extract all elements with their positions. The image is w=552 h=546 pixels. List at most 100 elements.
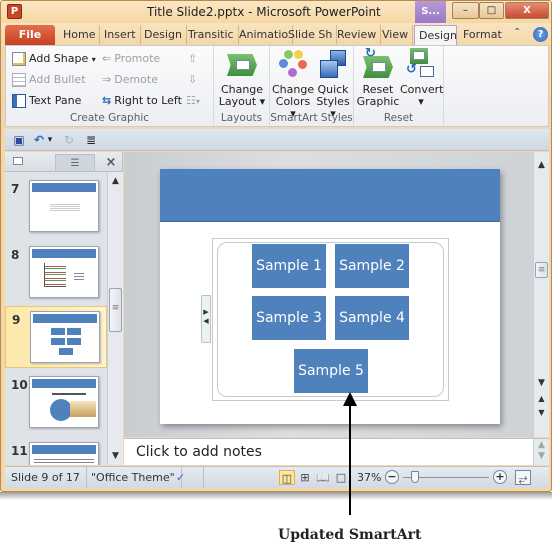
thumbnail-image xyxy=(29,442,99,465)
move-up-button[interactable]: ⇧ xyxy=(188,50,197,68)
thumbnail-slide-10[interactable]: 10 xyxy=(5,372,107,434)
right-to-left-button[interactable]: ⇆ Right to Left xyxy=(102,92,182,110)
notes-pane[interactable]: Click to add notes ▲ ▼ xyxy=(124,438,549,465)
outline-tab-icon: ☰ xyxy=(70,158,80,169)
thumbnail-number: 7 xyxy=(11,182,20,196)
reset-graphic-button[interactable]: ↻ Reset Graphic xyxy=(356,47,400,108)
quick-styles-icon xyxy=(316,48,350,80)
powerpoint-app-icon[interactable]: P xyxy=(7,4,22,19)
slide-show-button[interactable]: □ xyxy=(333,470,349,485)
close-pane-button[interactable]: × xyxy=(101,154,121,171)
thumbnail-number: 8 xyxy=(11,248,20,262)
thumbnail-slide-8[interactable]: 8 xyxy=(5,242,107,304)
thumbnail-slide-11[interactable]: 11 xyxy=(5,438,107,465)
maximize-button[interactable]: □ xyxy=(479,2,504,19)
fit-to-window-icon: ⥂ xyxy=(518,472,528,485)
add-shape-icon xyxy=(12,52,26,66)
zoom-out-button[interactable]: − xyxy=(385,470,399,484)
reading-view-button[interactable]: 📖 xyxy=(315,470,331,485)
editor-scrollbar[interactable]: ▲ ≡ ▼ ▲ ▼ xyxy=(533,152,549,437)
slide-thumbnails: 7 8 9 10 11 xyxy=(5,172,107,465)
layout-org-chart-button[interactable]: ☷▾ xyxy=(186,92,200,110)
scroll-up-arrow[interactable]: ▲ xyxy=(534,440,549,450)
change-layout-button[interactable]: Change Layout ▾ xyxy=(218,48,266,108)
customize-qat-icon[interactable]: ≣ xyxy=(83,132,99,148)
thumbnail-image xyxy=(29,180,99,232)
demote-button[interactable]: ⇒ Demote xyxy=(102,71,158,89)
notes-scrollbar[interactable]: ▲ ▼ xyxy=(533,439,549,465)
change-layout-icon xyxy=(225,48,259,80)
scroll-down-arrow[interactable]: ▼ xyxy=(534,378,549,388)
outline-tab[interactable]: ☰ xyxy=(55,154,95,171)
change-colors-button[interactable]: Change Colors ▾ xyxy=(272,48,314,120)
help-icon[interactable]: ? xyxy=(533,27,548,42)
spell-check-icon: ✓ xyxy=(176,471,186,484)
tab-insert[interactable]: Insert xyxy=(100,25,141,45)
scroll-down-arrow[interactable]: ▼ xyxy=(108,451,123,461)
thumbnail-number: 11 xyxy=(11,444,28,458)
normal-view-button[interactable]: ◫ xyxy=(279,470,295,485)
thumbnail-slide-7[interactable]: 7 xyxy=(5,176,107,238)
notes-placeholder[interactable]: Click to add notes xyxy=(136,444,262,460)
theme-name[interactable]: "Office Theme" xyxy=(85,467,182,488)
scroll-thumb[interactable]: ≡ xyxy=(535,262,548,278)
thumbnail-slide-9[interactable]: 9 xyxy=(5,306,107,368)
demote-label: Demote xyxy=(114,73,158,86)
close-button[interactable]: X xyxy=(505,2,549,19)
convert-button[interactable]: ↺ Convert ▾ xyxy=(400,48,444,108)
powerpoint-window: P Title Slide2.pptx - Microsoft PowerPoi… xyxy=(0,0,552,492)
zoom-slider-handle[interactable] xyxy=(411,471,419,483)
save-icon[interactable]: ▣ xyxy=(11,132,27,148)
undo-dropdown-icon[interactable]: ▾ xyxy=(45,132,55,148)
spell-check-button[interactable]: ✓ xyxy=(170,467,204,488)
current-slide[interactable]: ▶ ◀ Sample 1 Sample 2 Sample 3 Sample 4 S… xyxy=(160,169,500,424)
text-pane-label: Text Pane xyxy=(29,94,82,107)
next-slide-button[interactable]: ▼ xyxy=(534,408,549,417)
zoom-in-button[interactable]: + xyxy=(493,470,507,484)
minimize-ribbon-icon[interactable]: ⌃ xyxy=(513,27,521,38)
slides-tab[interactable] xyxy=(7,154,29,171)
slide-title-placeholder[interactable] xyxy=(160,169,500,222)
tab-smartart-design[interactable]: Design xyxy=(414,25,457,45)
smartart-box-5[interactable]: Sample 5 xyxy=(294,349,368,393)
callout-line xyxy=(349,400,351,515)
text-pane-toggle[interactable]: ▶ ◀ xyxy=(201,295,211,343)
tab-slide-show[interactable]: Slide Sh xyxy=(284,25,338,45)
add-bullet-button[interactable]: Add Bullet xyxy=(12,71,86,89)
tab-home[interactable]: Home xyxy=(59,25,101,45)
move-down-icon: ⇩ xyxy=(188,73,198,86)
reset-graphic-label-2: Graphic xyxy=(356,95,400,108)
add-shape-button[interactable]: Add Shape ▾ xyxy=(12,50,96,68)
fit-to-window-button[interactable]: ⥂ xyxy=(515,470,531,485)
smartart-graphic[interactable]: ▶ ◀ Sample 1 Sample 2 Sample 3 Sample 4 S… xyxy=(201,238,449,401)
scroll-up-arrow[interactable]: ▲ xyxy=(534,160,549,170)
minimize-button[interactable]: – xyxy=(452,2,479,19)
right-to-left-label: Right to Left xyxy=(114,94,182,107)
quick-styles-button[interactable]: Quick Styles ▾ xyxy=(314,48,352,120)
tab-view[interactable]: View xyxy=(378,25,414,45)
scroll-down-arrow[interactable]: ▼ xyxy=(534,451,549,461)
move-down-button[interactable]: ⇩ xyxy=(188,71,197,89)
tab-review[interactable]: Review xyxy=(333,25,382,45)
status-bar: Slide 9 of 17 "Office Theme" ✓ ◫ ⊞ 📖 □ 3… xyxy=(5,466,549,488)
smartart-box-2[interactable]: Sample 2 xyxy=(335,244,409,288)
promote-button[interactable]: ⇐ Promote xyxy=(102,50,160,68)
tab-design[interactable]: Design xyxy=(140,25,187,45)
slide-sorter-button[interactable]: ⊞ xyxy=(297,470,313,485)
slides-pane-scrollbar[interactable]: ▲ ≡ ▼ xyxy=(107,172,123,465)
redo-icon[interactable]: ↻ xyxy=(61,132,77,148)
previous-slide-button[interactable]: ▲ xyxy=(534,394,549,403)
annotation-caption: Updated SmartArt xyxy=(278,527,422,543)
smartart-box-4[interactable]: Sample 4 xyxy=(335,296,409,340)
scroll-thumb[interactable]: ≡ xyxy=(109,288,122,332)
tab-transitions[interactable]: Transitic xyxy=(184,25,239,45)
slide-show-icon: □ xyxy=(335,471,347,484)
scroll-up-arrow[interactable]: ▲ xyxy=(108,176,123,186)
tab-file[interactable]: File xyxy=(5,25,55,45)
tab-smartart-format[interactable]: Format xyxy=(459,25,506,45)
smartart-box-3[interactable]: Sample 3 xyxy=(252,296,326,340)
zoom-level[interactable]: 37% xyxy=(351,467,387,488)
text-pane-button[interactable]: Text Pane xyxy=(12,92,81,110)
smartart-box-1[interactable]: Sample 1 xyxy=(252,244,326,288)
add-shape-label: Add Shape xyxy=(29,52,89,65)
